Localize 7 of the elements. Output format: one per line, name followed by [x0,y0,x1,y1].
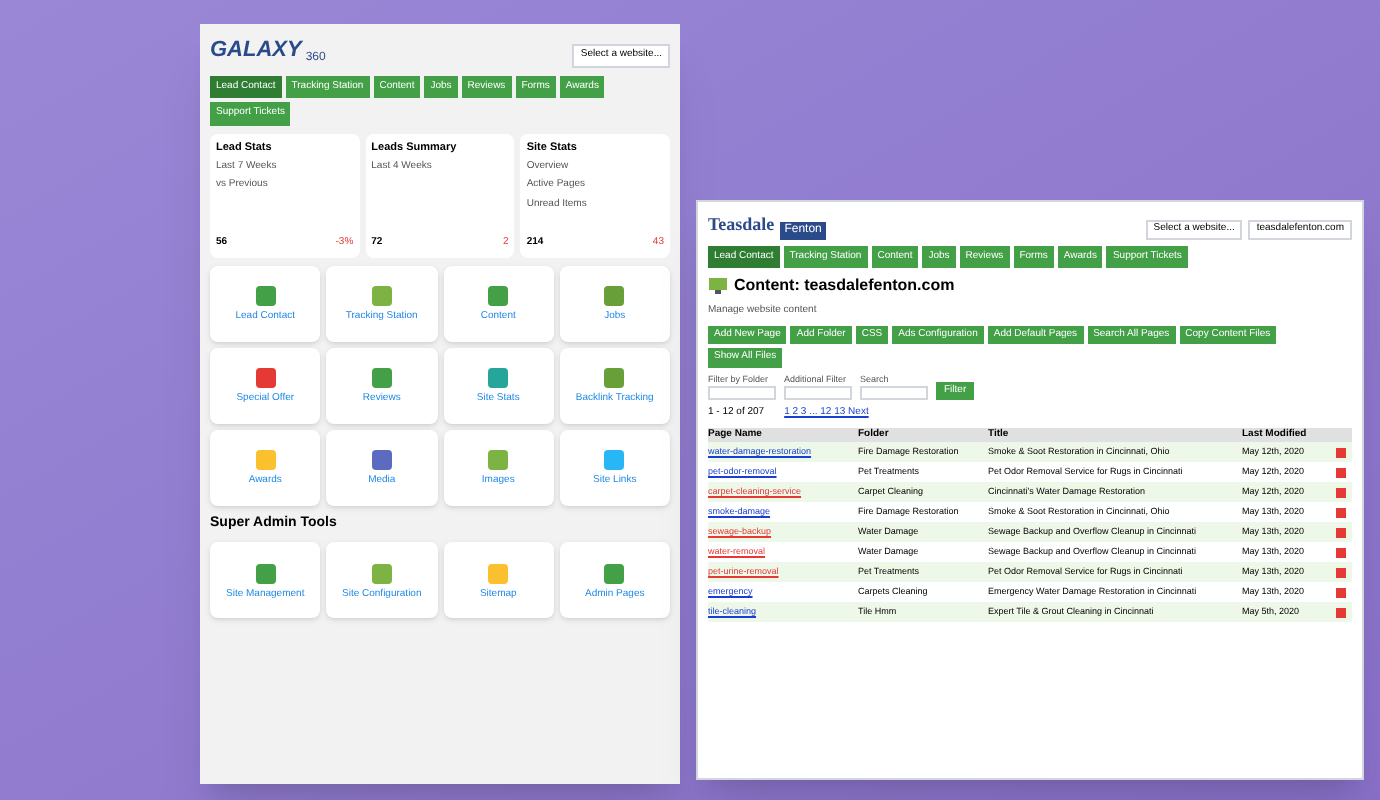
logo-text: Teasdale [708,212,775,238]
filter-field[interactable] [860,386,928,401]
filter-field[interactable] [708,386,776,401]
monitor-icon [708,276,728,296]
filter-field[interactable] [784,386,852,401]
logo-text: GALAXY [210,36,302,66]
page-title: Content: teasdalefenton.com [734,274,955,298]
